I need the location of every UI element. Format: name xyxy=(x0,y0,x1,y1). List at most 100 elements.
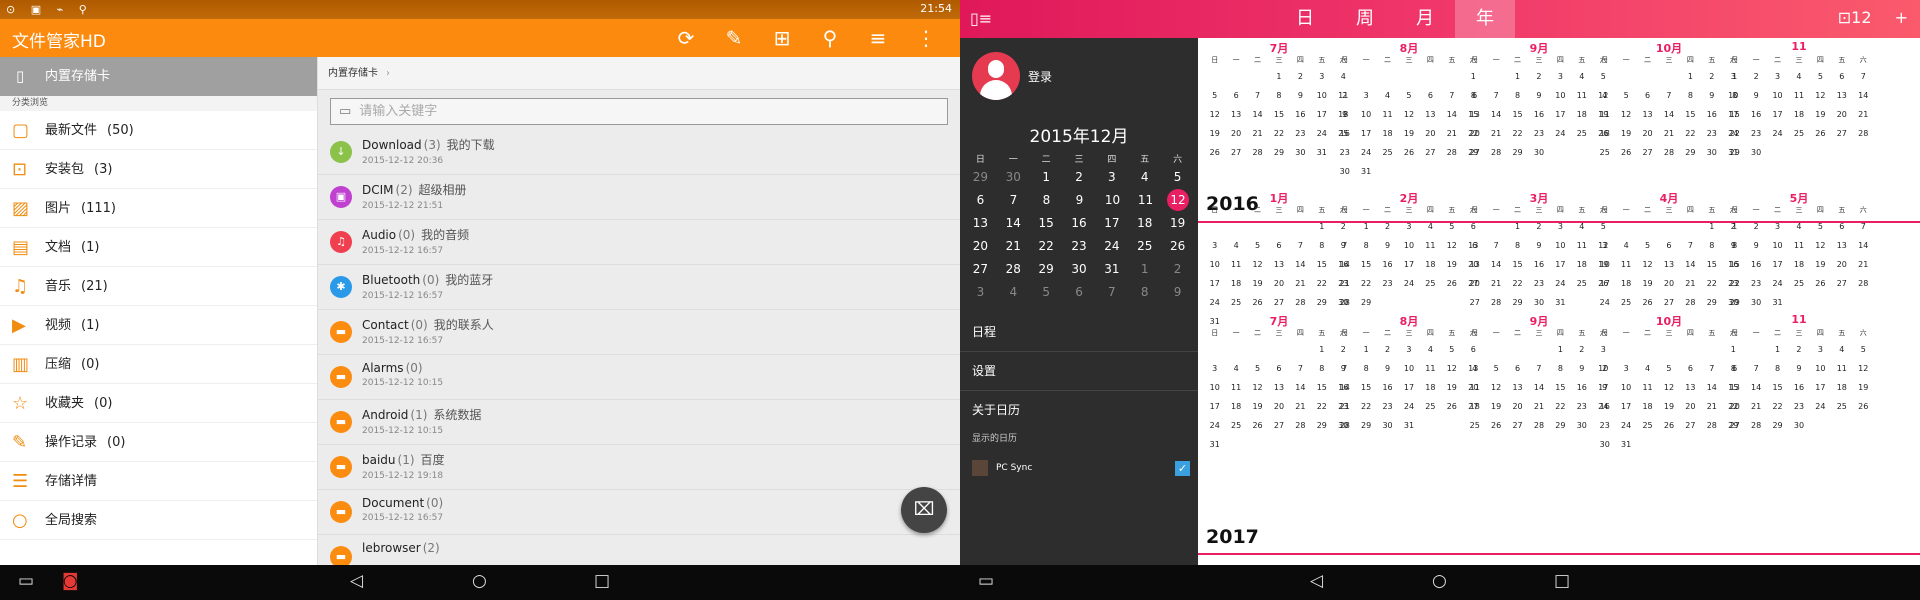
home-button[interactable]: ○ xyxy=(472,571,487,591)
day-cell[interactable]: 14 xyxy=(997,212,1030,235)
day-cell[interactable]: 24 xyxy=(1095,235,1128,258)
month-block[interactable]: 11 日一二三四五六 1 2 3 4 5 6 7 8 9 10 11 12 13 14 15 16 17 18 19 20… xyxy=(1724,40,1874,162)
day-cell[interactable]: 8 xyxy=(1128,281,1161,304)
day-cell[interactable]: 17 xyxy=(1095,212,1128,235)
tab-2[interactable]: 月 xyxy=(1395,0,1455,38)
day-cell[interactable]: 31 xyxy=(1095,258,1128,281)
category-item[interactable]: ▶ 视频 (1) xyxy=(0,306,317,345)
day-cell[interactable]: 5 xyxy=(1030,281,1063,304)
day-cell[interactable]: 29 xyxy=(964,166,997,189)
file-row[interactable]: ▣ DCIM (2) 超级相册 2015-12-12 21:51 xyxy=(318,175,960,220)
recent-apps-button[interactable]: □ xyxy=(1554,571,1570,591)
login-link[interactable]: 登录 xyxy=(1028,68,1052,85)
day-cell[interactable]: 19 xyxy=(1161,212,1194,235)
file-row[interactable]: ▬ Android (1) 系统数据 2015-12-12 10:15 xyxy=(318,400,960,445)
file-row[interactable]: ▬ Alarms (0) 2015-12-12 10:15 xyxy=(318,355,960,400)
month-block[interactable]: 10月日一二三四五六 1 2 3 4 5 6 7 8 9 10 11 12 13 14 15 16 17 18 19 2… xyxy=(1594,313,1744,454)
day-cell[interactable]: 7 xyxy=(1095,281,1128,304)
today-calendar-icon[interactable]: ⊡12 xyxy=(1838,8,1872,27)
month-block[interactable]: 7月日一二三四五六 1 2 3 4 5 6 7 8 9 10 11 12 13 14 15 16 17 18 19 20… xyxy=(1204,40,1354,162)
day-cell[interactable]: 29 xyxy=(1030,258,1063,281)
category-item[interactable]: ☰ 存储详情 xyxy=(0,462,317,501)
month-block[interactable]: 4月日一二三四五六 1 2 3 4 5 6 7 8 9 10 11 12 13 14 15 16 17 18 19 20… xyxy=(1594,190,1744,312)
day-cell[interactable]: 4 xyxy=(1128,166,1161,189)
avatar[interactable] xyxy=(972,52,1020,100)
day-cell[interactable]: 30 xyxy=(1063,258,1096,281)
home-button[interactable]: ○ xyxy=(1432,571,1447,591)
day-cell[interactable]: 16 xyxy=(1063,212,1096,235)
new-folder-icon[interactable]: ⊞ xyxy=(758,25,806,51)
day-cell[interactable]: 27 xyxy=(964,258,997,281)
breadcrumb-item[interactable]: 内置存储卡 xyxy=(328,68,378,79)
search-input[interactable]: ▭ 请输入关键字 xyxy=(330,98,948,125)
month-block[interactable]: 10月日一二三四五六 1 2 3 4 5 6 7 8 9 10 11 12 13 14 15 16 17 18 19 2… xyxy=(1594,40,1744,162)
app-launcher-icon[interactable]: ◙ xyxy=(62,571,79,591)
day-cell[interactable]: 26 xyxy=(1161,235,1194,258)
day-cell[interactable]: 11 xyxy=(1129,189,1162,212)
day-cell[interactable]: 8 xyxy=(1030,189,1063,212)
file-row[interactable]: ✱ Bluetooth (0) 我的蓝牙 2015-12-12 16:57 xyxy=(318,265,960,310)
day-cell[interactable]: 10 xyxy=(1096,189,1129,212)
day-cell[interactable]: 30 xyxy=(997,166,1030,189)
multiwindow-button[interactable]: ▭ xyxy=(18,571,34,591)
day-cell[interactable]: 13 xyxy=(964,212,997,235)
category-item[interactable]: ▤ 文档 (1) xyxy=(0,228,317,267)
back-button[interactable]: ◁ xyxy=(1310,571,1323,591)
month-block[interactable]: 2月日一二三四五六 1 2 3 4 5 6 7 8 9 10 11 12 13 14 15 16 17 18 19 20… xyxy=(1334,190,1484,312)
day-cell[interactable]: 3 xyxy=(1095,166,1128,189)
sort-icon[interactable]: ≡ xyxy=(854,25,902,51)
day-cell[interactable]: 2 xyxy=(1161,258,1194,281)
category-item[interactable]: ▢ 最新文件 (50) xyxy=(0,111,317,150)
day-cell[interactable]: 4 xyxy=(997,281,1030,304)
month-block[interactable]: 8月日一二三四五六 1 2 3 4 5 6 7 8 9 10 11 12 13 14 15 16 17 18 19 20… xyxy=(1334,40,1484,181)
more-icon[interactable]: ⋮ xyxy=(902,25,950,51)
month-block[interactable]: 9月日一二三四五六 1 2 3 4 5 6 7 8 9 10 11 12 13 14 15 16 17 18 19 20… xyxy=(1464,313,1614,435)
category-item[interactable]: ▥ 压缩 (0) xyxy=(0,345,317,384)
day-cell[interactable]: 25 xyxy=(1128,235,1161,258)
file-row[interactable]: ▬ baidu (1) 百度 2015-12-12 19:18 xyxy=(318,445,960,490)
day-cell[interactable]: 7 xyxy=(997,189,1030,212)
file-row[interactable]: ▬ Document (0) 2015-12-12 16:57 xyxy=(318,490,960,535)
edit-icon[interactable]: ✎ xyxy=(710,25,758,51)
category-item[interactable]: ♫ 音乐 (21) xyxy=(0,267,317,306)
day-cell[interactable]: 22 xyxy=(1030,235,1063,258)
day-cell[interactable]: 1 xyxy=(1128,258,1161,281)
recent-apps-button[interactable]: □ xyxy=(594,571,610,591)
category-item[interactable]: ✎ 操作记录 (0) xyxy=(0,423,317,462)
refresh-icon[interactable]: ⟳ xyxy=(662,25,710,51)
day-cell[interactable]: 21 xyxy=(997,235,1030,258)
tab-1[interactable]: 周 xyxy=(1335,0,1395,38)
month-block[interactable]: 3月日一二三四五六 1 2 3 4 5 6 7 8 9 10 11 12 13 14 15 16 17 18 19 20… xyxy=(1464,190,1614,312)
pc-sync-row[interactable]: PC Sync ✓ xyxy=(972,459,1190,479)
month-block[interactable]: 8月日一二三四五六 1 2 3 4 5 6 7 8 9 10 11 12 13 14 15 16 17 18 19 20… xyxy=(1334,313,1484,435)
category-item[interactable]: ▨ 图片 (111) xyxy=(0,189,317,228)
day-cell[interactable]: 15 xyxy=(1030,212,1063,235)
month-block[interactable]: 1月日一二三四五六 1 2 3 4 5 6 7 8 9 10 11 12 13 14 15 16 17 18 19 20… xyxy=(1204,190,1354,331)
day-cell[interactable]: 3 xyxy=(964,281,997,304)
tab-0[interactable]: 日 xyxy=(1275,0,1335,38)
month-block[interactable]: 7月日一二三四五六 1 2 3 4 5 6 7 8 9 10 11 12 13 14 15 16 17 18 19 20… xyxy=(1204,313,1354,454)
pc-sync-checkbox[interactable]: ✓ xyxy=(1175,461,1190,476)
month-block[interactable]: 5月日一二三四五六 1 2 3 4 5 6 7 8 9 10 11 12 13 14 15 16 17 18 19 20… xyxy=(1724,190,1874,312)
menu-settings[interactable]: 设置 xyxy=(960,352,1198,391)
day-cell[interactable]: 9 xyxy=(1063,189,1096,212)
category-item[interactable]: ○ 全局搜索 xyxy=(0,501,317,540)
month-block[interactable]: 9月日一二三四五六 1 2 3 4 5 6 7 8 9 10 11 12 13 14 15 16 17 18 19 20… xyxy=(1464,40,1614,162)
today-day-cell[interactable]: 12 xyxy=(1167,189,1189,211)
day-cell[interactable]: 28 xyxy=(997,258,1030,281)
file-row[interactable]: ↓ Download (3) 我的下载 2015-12-12 20:36 xyxy=(318,130,960,175)
internal-storage-item[interactable]: ▯ 内置存储卡 xyxy=(0,57,317,96)
day-cell[interactable]: 5 xyxy=(1161,166,1194,189)
category-item[interactable]: ⊡ 安装包 (3) xyxy=(0,150,317,189)
day-cell[interactable]: 6 xyxy=(964,189,997,212)
back-button[interactable]: ◁ xyxy=(350,571,363,591)
add-icon[interactable]: + xyxy=(1895,8,1908,27)
day-cell[interactable]: 1 xyxy=(1030,166,1063,189)
file-row[interactable]: ♫ Audio (0) 我的音频 2015-12-12 16:57 xyxy=(318,220,960,265)
day-cell[interactable]: 23 xyxy=(1063,235,1096,258)
multiwindow-button[interactable]: ▭ xyxy=(978,571,994,591)
file-row[interactable]: ▬ Contact (0) 我的联系人 2015-12-12 16:57 xyxy=(318,310,960,355)
menu-schedule[interactable]: 日程 xyxy=(960,313,1198,352)
day-cell[interactable]: 18 xyxy=(1128,212,1161,235)
day-cell[interactable]: 9 xyxy=(1161,281,1194,304)
